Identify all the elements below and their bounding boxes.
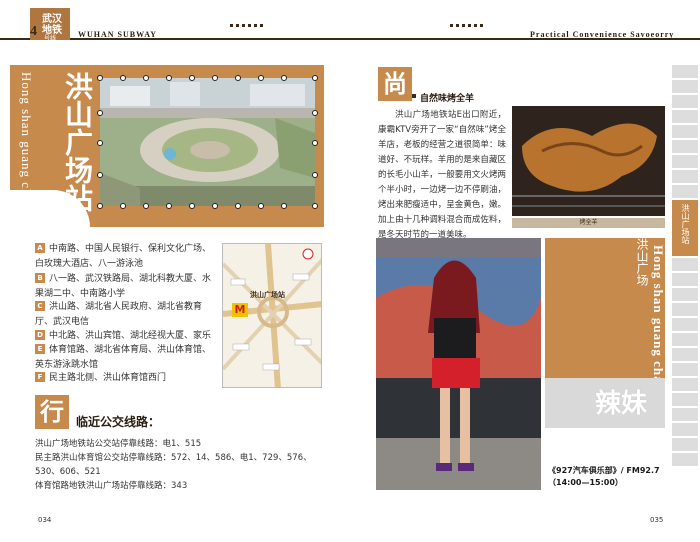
food-icon: 尚	[378, 67, 412, 101]
index-tab[interactable]	[672, 95, 698, 108]
selection-handle[interactable]	[97, 110, 103, 116]
index-tab[interactable]	[672, 170, 698, 183]
selection-handle[interactable]	[312, 140, 318, 146]
exit-badge: E	[35, 344, 45, 354]
index-tab[interactable]	[672, 408, 698, 421]
food-subtitle: 自然味烤全羊	[420, 94, 475, 104]
header-right-title: Practical Convenience Savoeorry	[530, 30, 675, 39]
station-pinyin: Hong shan guang chang	[19, 72, 34, 219]
roast-lamb-photo	[512, 106, 665, 216]
header-dots-right	[450, 24, 483, 32]
exit-item-e: E 体育馆路、湖北省体育局、洪山体育馆、英东游泳跳水馆	[35, 343, 215, 373]
page-number-left: 034	[38, 516, 52, 524]
exit-text: 洪山路、湖北省人民政府、湖北省教育厅、武汉电信	[35, 302, 203, 327]
index-tab[interactable]	[672, 185, 698, 198]
index-tab[interactable]	[672, 258, 698, 271]
index-tab[interactable]	[672, 348, 698, 361]
index-tab[interactable]	[672, 363, 698, 376]
bullet-square-icon	[412, 94, 416, 98]
index-tab[interactable]	[672, 273, 698, 286]
header-left-title: WUHAN SUBWAY	[78, 30, 158, 39]
selection-handle[interactable]	[120, 75, 126, 81]
selection-handle[interactable]	[258, 75, 264, 81]
feature-title: 辣妹	[595, 389, 648, 419]
selection-handle[interactable]	[312, 75, 318, 81]
metro-station-icon: M	[232, 303, 248, 317]
exit-badge: C	[35, 301, 45, 311]
exit-item-f: F 民主路北侧、洪山体育馆西门	[35, 371, 215, 386]
food-photo-caption: 烤全羊	[512, 218, 665, 228]
index-tab[interactable]	[672, 453, 698, 466]
transit-icon: 行	[35, 395, 69, 429]
index-tab-active[interactable]: 洪山广场站	[672, 200, 698, 256]
selection-handle[interactable]	[281, 203, 287, 209]
selection-handle[interactable]	[143, 203, 149, 209]
index-tab[interactable]	[672, 333, 698, 346]
station-aerial-photo	[100, 78, 315, 206]
station-index-tabs: 洪山广场站	[672, 65, 698, 535]
index-tab[interactable]	[672, 110, 698, 123]
bus-route-line: 体育馆路地铁洪山广场站停靠线路：343	[35, 481, 188, 491]
index-tab[interactable]	[672, 140, 698, 153]
feature-portrait-photo	[376, 238, 541, 490]
exit-text: 体育馆路、湖北省体育局、洪山体育馆、英东游泳跳水馆	[35, 345, 212, 370]
index-tab[interactable]	[672, 303, 698, 316]
exit-badge: B	[35, 273, 45, 283]
index-tab[interactable]	[672, 438, 698, 451]
selection-handle[interactable]	[189, 203, 195, 209]
radio-program-name: 《927汽车俱乐部》/ FM92.7	[548, 466, 660, 475]
index-tab[interactable]	[672, 155, 698, 168]
selection-handle[interactable]	[97, 75, 103, 81]
map-station-label: 洪山广场站	[250, 291, 285, 299]
exit-text: 中南路、中国人民银行、保利文化广场、白玫瑰大酒店、八一游泳池	[35, 244, 212, 269]
index-tab[interactable]	[672, 423, 698, 436]
bus-route-line: 民主路洪山体育馆公交站停靠线路：572、14、586、电1、729、576、53…	[35, 453, 312, 477]
index-tab[interactable]	[672, 80, 698, 93]
page-number-right: 035	[650, 516, 664, 524]
selection-handle[interactable]	[97, 140, 103, 146]
index-tab[interactable]	[672, 65, 698, 78]
selection-handle[interactable]	[235, 75, 241, 81]
selection-handle[interactable]	[166, 203, 172, 209]
food-paragraph: 洪山广场地铁站E出口附近，康霸KTV旁开了一家“自然味”烤全羊店，老板的经营之道…	[378, 110, 506, 240]
selection-handle[interactable]	[312, 110, 318, 116]
selection-handle[interactable]	[166, 75, 172, 81]
selection-handle[interactable]	[212, 203, 218, 209]
logo-line-number: 4	[30, 24, 37, 39]
exit-badge: D	[35, 330, 45, 340]
selection-handle[interactable]	[235, 203, 241, 209]
exit-item-a: A 中南路、中国人民银行、保利文化广场、白玫瑰大酒店、八一游泳池	[35, 242, 215, 272]
feature-station-cn: 洪山广场	[635, 238, 649, 286]
selection-handle[interactable]	[312, 203, 318, 209]
exit-text: 民主路北侧、洪山体育馆西门	[49, 373, 167, 383]
station-name: 洪山广场站	[61, 72, 94, 212]
logo-line-suffix: 号线	[44, 35, 57, 42]
selection-handle[interactable]	[312, 172, 318, 178]
selection-handle[interactable]	[258, 203, 264, 209]
bus-section-title: 临近公交线路：	[76, 415, 161, 429]
selection-handle[interactable]	[212, 75, 218, 81]
exit-badge: A	[35, 243, 45, 253]
index-tab[interactable]	[672, 125, 698, 138]
selection-handle[interactable]	[97, 203, 103, 209]
radio-program-time: （14:00—15:00）	[548, 478, 623, 487]
selection-handle[interactable]	[281, 75, 287, 81]
selection-handle[interactable]	[143, 75, 149, 81]
exit-badge: F	[35, 372, 45, 382]
feature-station-pinyin: Hong shan guang chang	[651, 245, 666, 400]
selection-handle[interactable]	[189, 75, 195, 81]
selection-handle[interactable]	[97, 172, 103, 178]
header-dots-left	[230, 24, 263, 32]
index-tab[interactable]	[672, 378, 698, 391]
index-tab[interactable]	[672, 318, 698, 331]
index-tab[interactable]	[672, 393, 698, 406]
radio-program: 《927汽车俱乐部》/ FM92.7 （14:00—15:00）	[548, 465, 676, 489]
exit-item-c: C 洪山路、湖北省人民政府、湖北省教育厅、武汉电信	[35, 300, 215, 330]
exit-text: 八一路、武汉铁路局、湖北科教大厦、水果湖二中、中南路小学	[35, 274, 212, 299]
selection-handle[interactable]	[120, 203, 126, 209]
bus-route-line: 洪山广场地铁站公交站停靠线路：电1、515	[35, 439, 202, 449]
index-tab[interactable]	[672, 288, 698, 301]
exit-item-b: B 八一路、武汉铁路局、湖北科教大厦、水果湖二中、中南路小学	[35, 272, 215, 302]
